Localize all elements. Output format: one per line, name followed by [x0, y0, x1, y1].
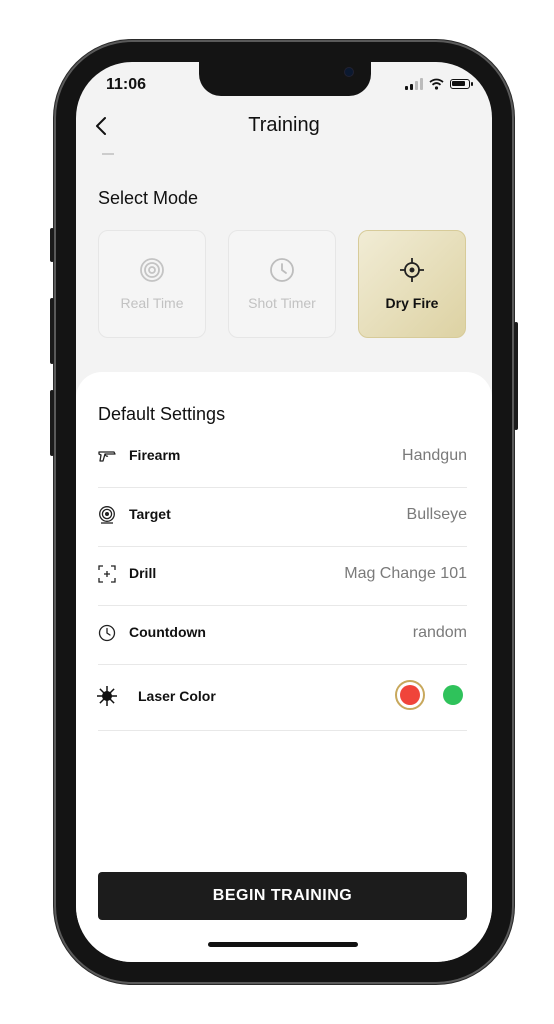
notch — [199, 62, 371, 96]
clock-icon — [98, 624, 116, 642]
page-title: Training — [248, 114, 320, 136]
begin-training-button[interactable]: BEGIN TRAINING — [98, 872, 467, 920]
volume-down-button — [50, 390, 54, 456]
clock-icon — [270, 258, 294, 282]
mode-label: Shot Timer — [248, 295, 316, 311]
mode-shot-timer[interactable]: Shot Timer — [228, 230, 336, 338]
setting-row-firearm[interactable]: Firearm Handgun — [98, 428, 467, 488]
setting-row-laser-color: Laser Color — [97, 664, 467, 731]
setting-label: Target — [129, 506, 171, 522]
setting-row-countdown[interactable]: Countdown random — [98, 605, 467, 665]
status-time: 11:06 — [106, 76, 147, 93]
laser-color-red — [400, 685, 420, 705]
laser-color-green[interactable] — [443, 685, 463, 705]
mode-real-time[interactable]: Real Time — [98, 230, 206, 338]
laser-burst-icon — [97, 686, 117, 706]
setting-row-target[interactable]: Target Bullseye — [98, 487, 467, 547]
status-icons — [405, 78, 473, 90]
battery-icon — [450, 79, 473, 89]
settings-sheet: Default Settings Firearm Handgun Target … — [76, 372, 492, 962]
setting-label: Countdown — [129, 624, 206, 640]
crosshair-icon — [400, 258, 424, 282]
laser-color-red-selected-ring[interactable] — [395, 680, 425, 710]
setting-value: random — [412, 624, 467, 641]
signal-icon — [405, 78, 423, 90]
drill-frame-icon — [98, 565, 116, 583]
setting-value: Bullseye — [406, 506, 467, 523]
app-screen: 11:06 Training Select Mode Real Time Sho… — [76, 62, 492, 962]
mode-label: Dry Fire — [385, 295, 439, 311]
mode-dry-fire[interactable]: Dry Fire — [358, 230, 466, 338]
camera-icon — [345, 68, 353, 76]
setting-label: Firearm — [129, 447, 181, 463]
setting-label: Laser Color — [138, 688, 216, 704]
select-mode-heading: Select Mode — [98, 188, 199, 208]
setting-value: Mag Change 101 — [344, 565, 467, 582]
bullseye-icon — [99, 506, 115, 524]
handgun-icon — [98, 451, 116, 462]
mode-label: Real Time — [120, 295, 184, 311]
home-indicator — [208, 942, 358, 947]
mute-switch — [50, 228, 54, 262]
setting-label: Drill — [129, 565, 157, 581]
target-icon — [140, 258, 164, 282]
volume-up-button — [50, 298, 54, 364]
divider — [102, 153, 114, 155]
power-button — [514, 322, 518, 430]
wifi-icon — [429, 78, 444, 90]
default-settings-heading: Default Settings — [98, 404, 226, 424]
setting-value: Handgun — [402, 447, 467, 464]
setting-row-drill[interactable]: Drill Mag Change 101 — [98, 546, 467, 606]
